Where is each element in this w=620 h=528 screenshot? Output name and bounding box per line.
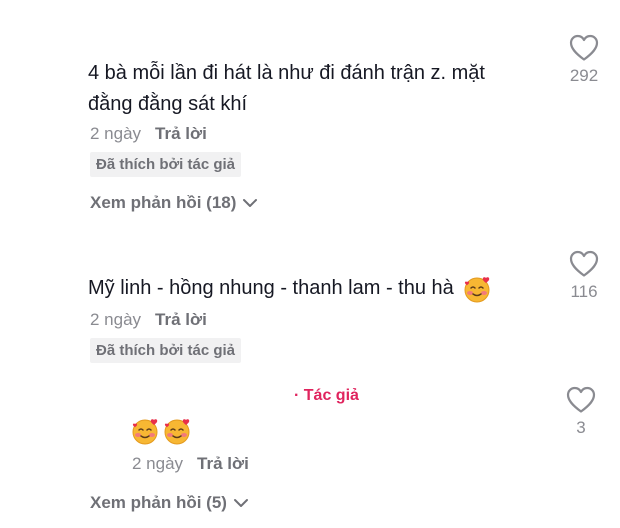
author-tag-label: Tác giả (303, 387, 359, 404)
comment-2-text-row: Mỹ linh - hồng nhung - thanh lam - thu h… (88, 273, 492, 304)
author-tag-dot: · (294, 387, 304, 404)
comment-2-liked-by-author-badge: Đã thích bởi tác giả (90, 338, 242, 363)
chevron-down-icon (243, 199, 258, 207)
chevron-down-icon (233, 499, 248, 507)
reply-like-count: 3 (576, 418, 586, 437)
reply-like[interactable]: 3 (551, 386, 611, 438)
reply-reply-button[interactable]: Trả lời (197, 454, 249, 474)
comment-2-like-count: 116 (570, 282, 598, 301)
heart-icon[interactable] (569, 34, 599, 62)
comment-2-time: 2 ngày (90, 310, 142, 329)
comment-2-meta: 2 ngày Trả lời (90, 310, 207, 330)
author-tag: · Tác giả (294, 387, 359, 405)
comment-1-reply-button[interactable]: Trả lời (155, 124, 207, 144)
comment-1-text: 4 bà mỗi lần đi hát là như đi đánh trận … (88, 58, 485, 120)
smiling-face-with-hearts-icon (164, 419, 190, 445)
comment-1-meta: 2 ngày Trả lời (90, 124, 207, 144)
comment-2-like[interactable]: 116 (554, 250, 614, 302)
smiling-face-with-hearts-icon (132, 419, 158, 445)
view-replies-label: Xem phản hồi (18) (90, 193, 237, 212)
comment-1-line-1: 4 bà mỗi lần đi hát là như đi đánh trận … (88, 62, 485, 84)
comment-1-line-2: đằng đằng sát khí (88, 93, 248, 115)
comment-1-like-count: 292 (569, 66, 599, 85)
comment-1-view-replies-button[interactable]: Xem phản hồi (18) (90, 193, 258, 213)
heart-icon[interactable] (569, 250, 599, 278)
comment-2-text: Mỹ linh - hồng nhung - thanh lam - thu h… (88, 277, 454, 299)
comment-1-time: 2 ngày (90, 124, 142, 143)
reply-meta: 2 ngày Trả lời (132, 454, 249, 474)
reply-time: 2 ngày (132, 454, 184, 473)
comment-2-reply-button[interactable]: Trả lời (155, 310, 207, 330)
smiling-face-with-hearts-icon (464, 276, 490, 302)
view-replies-label: Xem phản hồi (5) (90, 493, 227, 512)
comment-2-view-replies-button[interactable]: Xem phản hồi (5) (90, 493, 249, 513)
reply-emoji-row (130, 416, 192, 446)
comment-1-liked-by-author-badge: Đã thích bởi tác giả (90, 152, 242, 177)
comment-1-like[interactable]: 292 (554, 34, 614, 86)
heart-icon[interactable] (566, 386, 596, 414)
